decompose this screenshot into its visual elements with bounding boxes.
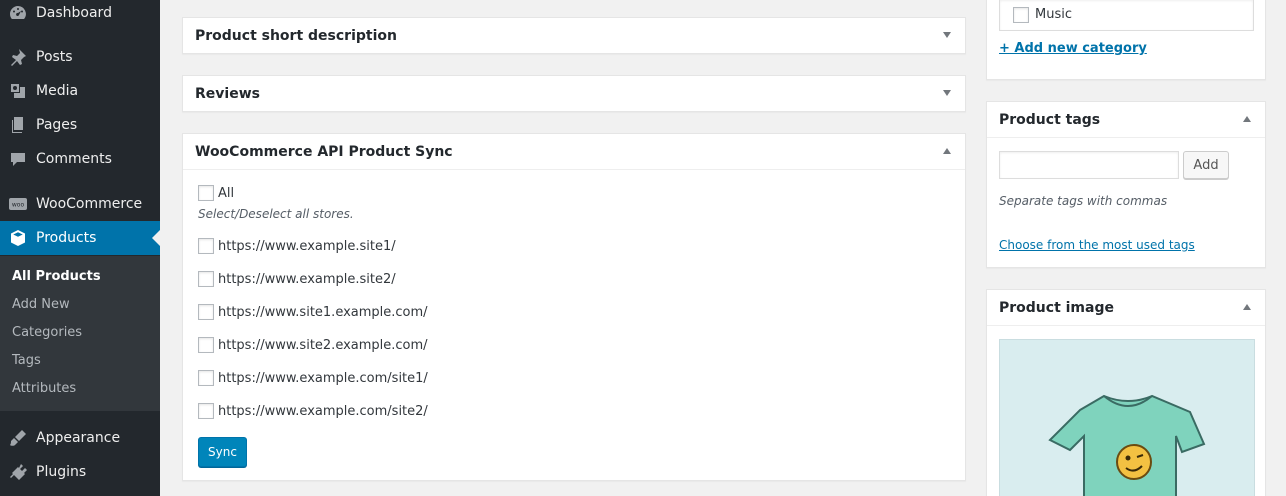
store-checkbox-1[interactable]	[198, 238, 214, 254]
product-categories-box: Music + Add new category	[986, 0, 1266, 80]
menu-media[interactable]: Media	[0, 74, 160, 108]
choose-most-used-tags-link[interactable]: Choose from the most used tags	[999, 238, 1195, 252]
svg-text:woo: woo	[12, 202, 25, 209]
store-checkbox-3[interactable]	[198, 304, 214, 320]
menu-label: Products	[36, 230, 97, 246]
expand-arrow-icon[interactable]	[943, 90, 951, 96]
media-icon	[0, 81, 36, 101]
reviews-header[interactable]: Reviews	[183, 76, 965, 112]
dashboard-icon	[0, 3, 36, 23]
submenu-attributes[interactable]: Attributes	[12, 381, 76, 396]
category-checkbox-music[interactable]	[1013, 7, 1029, 23]
menu-appearance[interactable]: Appearance	[0, 421, 160, 455]
box-title: Product short description	[195, 28, 397, 44]
menu-plugins[interactable]: Plugins	[0, 455, 160, 489]
select-all-checkbox[interactable]	[198, 185, 214, 201]
tshirt-image-icon	[1048, 394, 1206, 496]
store-checkbox-2[interactable]	[198, 271, 214, 287]
box-title: Product tags	[999, 111, 1101, 128]
product-image-thumbnail[interactable]	[999, 339, 1255, 496]
add-tag-button[interactable]: Add	[1183, 151, 1229, 179]
product-tags-box: Product tags Add Separate tags with comm…	[986, 101, 1266, 268]
store-url-label: https://www.site1.example.com/	[218, 305, 428, 320]
box-title: Reviews	[195, 86, 260, 102]
store-url-label: https://www.example.site2/	[218, 272, 396, 287]
menu-woocommerce[interactable]: woo WooCommerce	[0, 187, 160, 221]
select-all-label: All	[218, 186, 235, 201]
store-url-label: https://www.site2.example.com/	[218, 338, 428, 353]
submenu-categories[interactable]: Categories	[12, 325, 82, 340]
pages-icon	[0, 115, 36, 135]
menu-label: Comments	[36, 151, 112, 167]
store-checkbox-4[interactable]	[198, 337, 214, 353]
category-checklist: Music	[999, 0, 1254, 31]
plugins-icon	[0, 462, 36, 482]
appearance-brush-icon	[0, 428, 36, 448]
menu-products[interactable]: Products	[0, 221, 160, 255]
reviews-box: Reviews	[182, 75, 966, 112]
collapse-arrow-icon[interactable]	[1243, 304, 1251, 310]
comments-icon	[0, 149, 36, 169]
store-url-label: https://www.example.com/site2/	[218, 404, 428, 419]
select-all-description: Select/Deselect all stores.	[198, 207, 354, 221]
menu-comments[interactable]: Comments	[0, 142, 160, 176]
collapse-arrow-icon[interactable]	[1243, 116, 1251, 122]
products-submenu: All Products Add New Categories Tags Att…	[0, 256, 160, 411]
add-new-category-link[interactable]: + Add new category	[999, 41, 1147, 56]
collapse-arrow-icon[interactable]	[943, 148, 951, 154]
short-description-header[interactable]: Product short description	[183, 18, 965, 54]
menu-label: Dashboard	[36, 5, 112, 21]
menu-label: Media	[36, 83, 79, 99]
products-cube-icon	[0, 228, 36, 248]
menu-label: Plugins	[36, 464, 87, 480]
tag-input[interactable]	[999, 151, 1179, 179]
menu-label: Pages	[36, 117, 78, 133]
store-checkbox-6[interactable]	[198, 403, 214, 419]
menu-label: WooCommerce	[36, 196, 143, 212]
menu-label: Posts	[36, 49, 73, 65]
store-url-label: https://www.example.com/site1/	[218, 371, 428, 386]
expand-arrow-icon[interactable]	[943, 32, 951, 38]
api-product-sync-box: WooCommerce API Product Sync All Select/…	[182, 133, 966, 481]
woocommerce-icon: woo	[0, 194, 36, 214]
pushpin-icon	[0, 47, 36, 67]
menu-pages[interactable]: Pages	[0, 108, 160, 142]
menu-dashboard[interactable]: Dashboard	[0, 0, 160, 30]
product-image-box: Product image	[986, 289, 1266, 496]
box-title: Product image	[999, 299, 1114, 316]
menu-posts[interactable]: Posts	[0, 40, 160, 74]
product-tags-header[interactable]: Product tags	[987, 102, 1265, 138]
box-title: WooCommerce API Product Sync	[195, 143, 453, 160]
menu-label: Appearance	[36, 430, 121, 446]
submenu-all-products[interactable]: All Products	[12, 269, 101, 284]
api-sync-header[interactable]: WooCommerce API Product Sync	[183, 134, 965, 170]
store-checkbox-5[interactable]	[198, 370, 214, 386]
sync-button[interactable]: Sync	[198, 437, 247, 467]
submenu-add-new[interactable]: Add New	[12, 297, 70, 312]
submenu-tags[interactable]: Tags	[12, 353, 41, 368]
tags-hint: Separate tags with commas	[999, 194, 1168, 208]
store-url-label: https://www.example.site1/	[218, 239, 396, 254]
admin-sidebar: Dashboard Posts Media Pages Comments woo…	[0, 0, 160, 496]
category-label: Music	[1035, 7, 1072, 22]
short-description-box: Product short description	[182, 17, 966, 54]
product-image-header[interactable]: Product image	[987, 290, 1265, 326]
